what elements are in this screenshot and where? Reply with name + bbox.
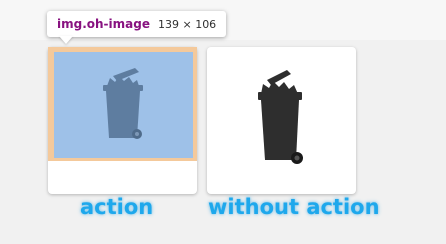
trash-bin-icon[interactable] [253, 70, 309, 166]
tooltip-element-name: img.oh-image [57, 17, 150, 31]
caption-action: action [80, 195, 154, 219]
caption-without-action: without action [208, 195, 380, 219]
trash-bin-icon[interactable] [95, 68, 151, 142]
tooltip-arrow [59, 36, 73, 44]
devtools-inspect-tooltip: img.oh-image 139 × 106 [47, 11, 227, 37]
tooltip-dimensions: 139 × 106 [157, 17, 217, 31]
